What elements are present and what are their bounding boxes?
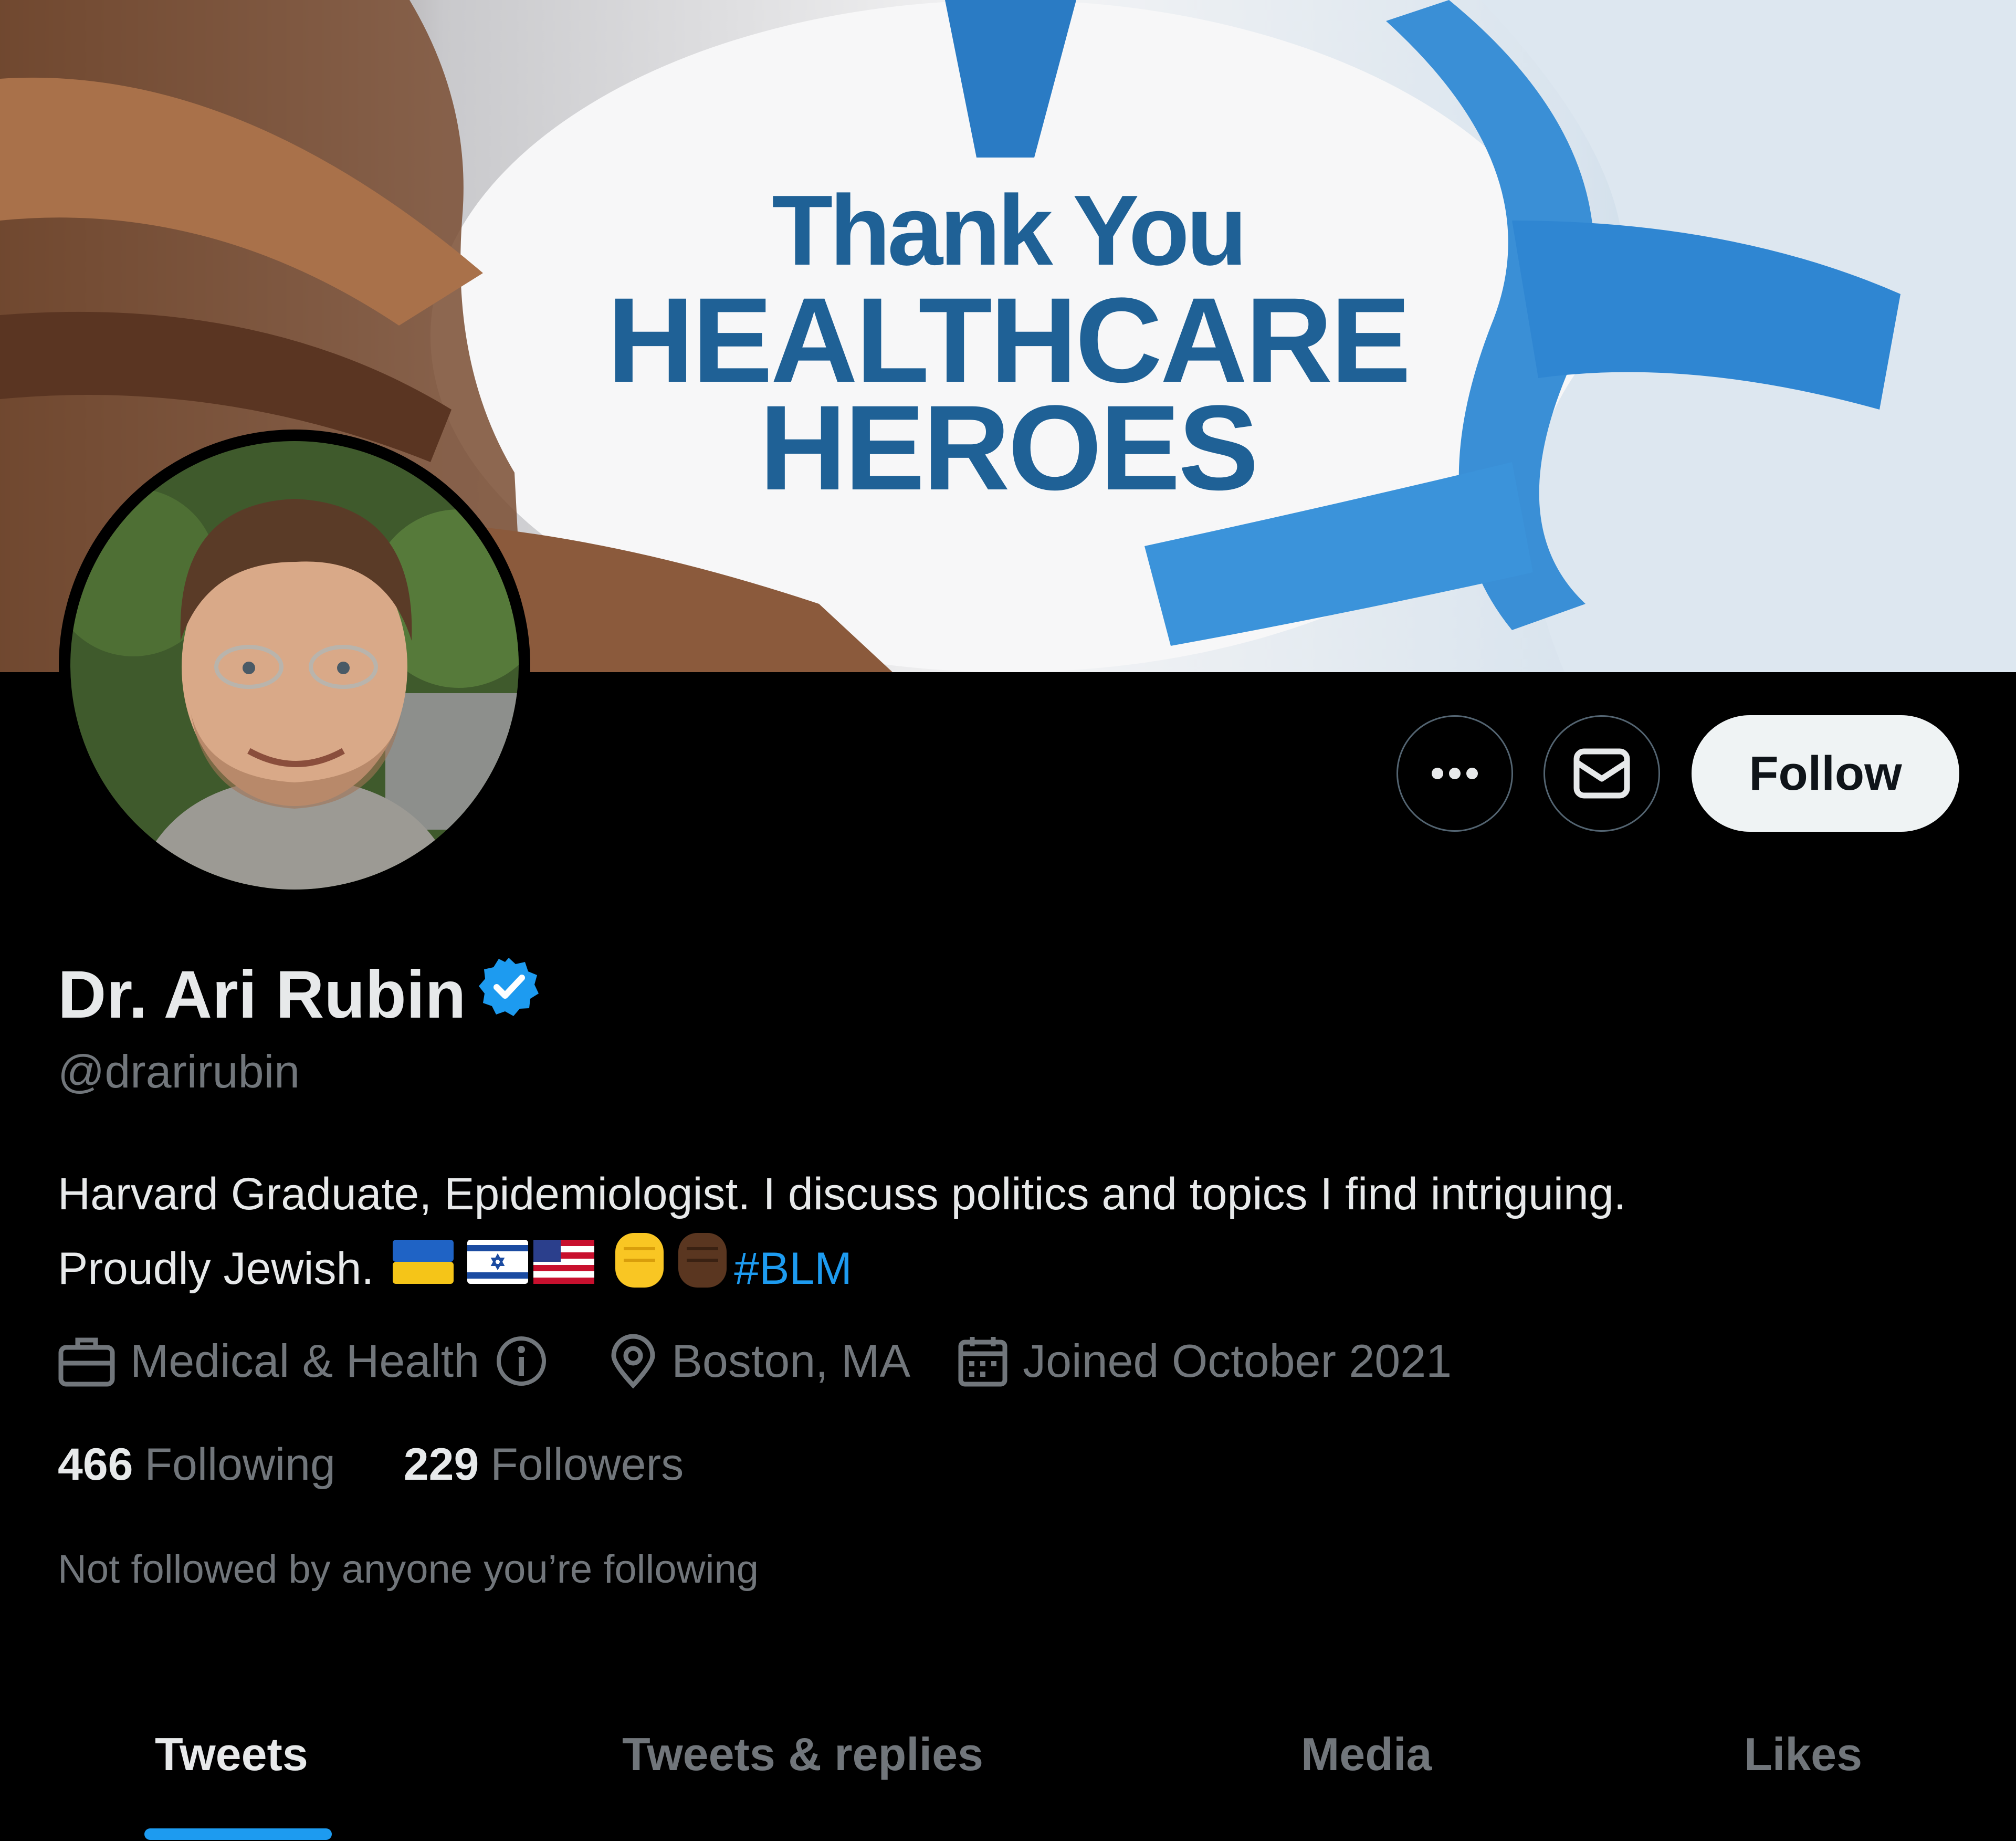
israel-flag-icon	[467, 1235, 529, 1302]
meta-joined: Joined October 2021	[958, 1334, 1452, 1388]
meta-location-text: Boston, MA	[671, 1335, 911, 1387]
calendar-icon	[958, 1337, 1007, 1387]
envelope-icon	[1573, 748, 1630, 799]
bio-text-proudly-jewish: Proudly Jewish.	[58, 1243, 374, 1294]
active-tab-indicator	[144, 1828, 332, 1840]
ukraine-flag-icon	[393, 1235, 454, 1302]
raised-fist-icon	[608, 1228, 671, 1309]
usa-flag-icon	[533, 1235, 595, 1302]
follow-button[interactable]: Follow	[1692, 715, 1959, 832]
tab-media[interactable]: Media	[1301, 1728, 1432, 1781]
tab-tweets-and-replies[interactable]: Tweets & replies	[622, 1728, 983, 1781]
followers-link[interactable]: 229 Followers	[404, 1439, 684, 1491]
message-button[interactable]	[1544, 715, 1660, 832]
more-horizontal-icon	[1432, 768, 1478, 779]
meta-joined-text: Joined October 2021	[1023, 1335, 1452, 1387]
following-link[interactable]: 466 Following	[58, 1439, 335, 1491]
not-followed-notice: Not followed by anyone you’re following	[58, 1547, 759, 1592]
profile-name-row: Dr. Ari Rubin	[58, 956, 540, 1033]
more-options-button[interactable]	[1396, 715, 1513, 832]
profile-handle: @drarirubin	[58, 1045, 300, 1097]
tab-tweets[interactable]: Tweets	[155, 1728, 308, 1781]
profile-name: Dr. Ari Rubin	[58, 957, 466, 1032]
followers-count: 229	[403, 1439, 479, 1490]
following-count: 466	[58, 1439, 133, 1490]
location-pin-icon	[611, 1334, 655, 1388]
profile-stats: 466 Following 229 Followers	[58, 1439, 752, 1491]
tab-likes[interactable]: Likes	[1744, 1728, 1862, 1781]
meta-location: Boston, MA	[610, 1334, 910, 1388]
verified-badge-icon[interactable]	[478, 956, 540, 1033]
meta-category-text: Medical & Health	[130, 1335, 480, 1387]
info-icon[interactable]	[495, 1335, 548, 1387]
raised-fist-dark-icon	[671, 1228, 734, 1309]
following-label: Following	[144, 1439, 335, 1490]
profile-bio: Harvard Graduate, Epidemiologist. I disc…	[58, 1160, 1626, 1309]
hashtag-blm-link[interactable]: #BLM	[734, 1235, 852, 1302]
profile-avatar[interactable]	[59, 430, 530, 901]
followers-label: Followers	[490, 1439, 684, 1490]
bio-line-1: Harvard Graduate, Epidemiologist. I disc…	[58, 1169, 1626, 1219]
avatar-photo	[70, 441, 519, 890]
profile-meta: Medical & Health Boston, MA Joined Octob…	[58, 1334, 1499, 1388]
bio-line-2: Proudly Jewish. #BLM	[58, 1228, 1626, 1309]
meta-category: Medical & Health	[58, 1334, 562, 1388]
briefcase-icon	[58, 1337, 115, 1387]
